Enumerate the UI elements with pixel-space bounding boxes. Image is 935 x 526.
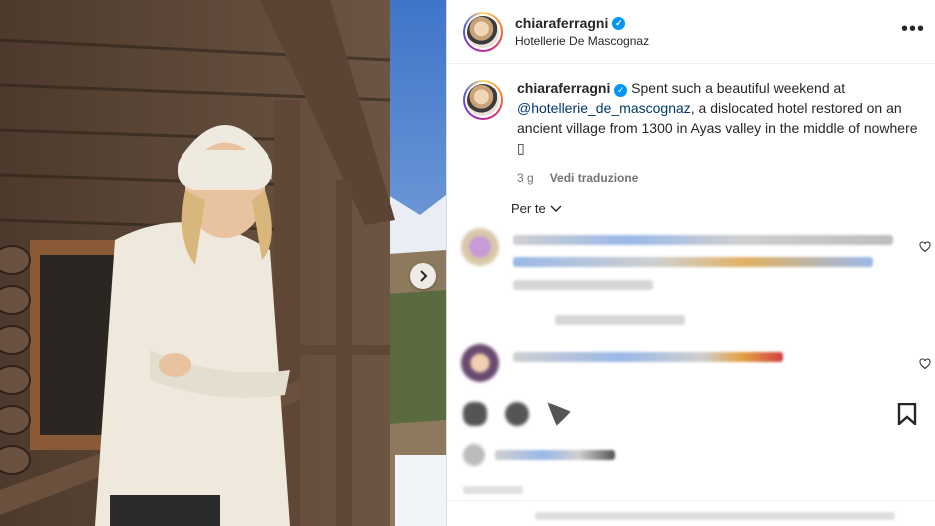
post-date [463, 486, 523, 494]
emoji-placeholder: ▯ [517, 140, 525, 156]
verified-badge-icon: ✓ [612, 16, 626, 30]
comment-text [513, 235, 893, 245]
author-avatar[interactable] [463, 11, 503, 52]
bookmark-icon[interactable] [897, 403, 917, 425]
chevron-right-icon [420, 270, 428, 282]
post-window: chiaraferragni ✓ Hotellerie De Mascognaz… [0, 0, 935, 526]
caption-text-start: Spent such a beautiful weekend at [631, 80, 846, 96]
comment-like-heart-icon[interactable] [919, 241, 931, 253]
view-replies-link[interactable] [555, 315, 685, 325]
divider [447, 500, 935, 501]
post-timestamp[interactable]: 3 g [517, 168, 534, 188]
likes-summary[interactable] [495, 450, 615, 460]
more-options-icon[interactable]: ••• [901, 19, 925, 39]
post-caption: chiaraferragni ✓ Spent such a beautiful … [447, 64, 935, 188]
verified-badge-icon: ✓ [614, 84, 628, 97]
share-icon[interactable] [547, 402, 571, 426]
post-location[interactable]: Hotellerie De Mascognaz [515, 34, 649, 48]
add-comment-input[interactable] [535, 512, 895, 520]
like-icon[interactable] [463, 402, 487, 426]
comment-text [513, 352, 783, 362]
post-action-bar [463, 402, 919, 426]
photo-illustration [0, 0, 446, 526]
caption-avatar[interactable] [463, 80, 503, 120]
liker-avatar[interactable] [463, 444, 485, 466]
author-username[interactable]: chiaraferragni [515, 15, 608, 31]
chevron-down-icon [550, 205, 562, 212]
post-photo[interactable] [0, 0, 446, 526]
caption-mention-link[interactable]: @hotellerie_de_mascognaz [517, 100, 691, 116]
caption-username[interactable]: chiaraferragni [517, 80, 610, 96]
comment-meta [513, 280, 653, 290]
next-photo-button[interactable] [410, 263, 436, 289]
translate-link[interactable]: Vedi traduzione [550, 168, 639, 188]
comment-icon[interactable] [505, 402, 529, 426]
post-details-panel: chiaraferragni ✓ Hotellerie De Mascognaz… [446, 0, 935, 526]
comment-avatar[interactable] [461, 344, 499, 382]
comment-like-heart-icon[interactable] [919, 358, 931, 370]
comments-sort-dropdown[interactable]: Per te [511, 201, 562, 216]
comment-text [513, 257, 873, 267]
post-header: chiaraferragni ✓ Hotellerie De Mascognaz… [447, 0, 935, 64]
sort-label: Per te [511, 201, 546, 216]
comment-avatar[interactable] [461, 228, 499, 266]
